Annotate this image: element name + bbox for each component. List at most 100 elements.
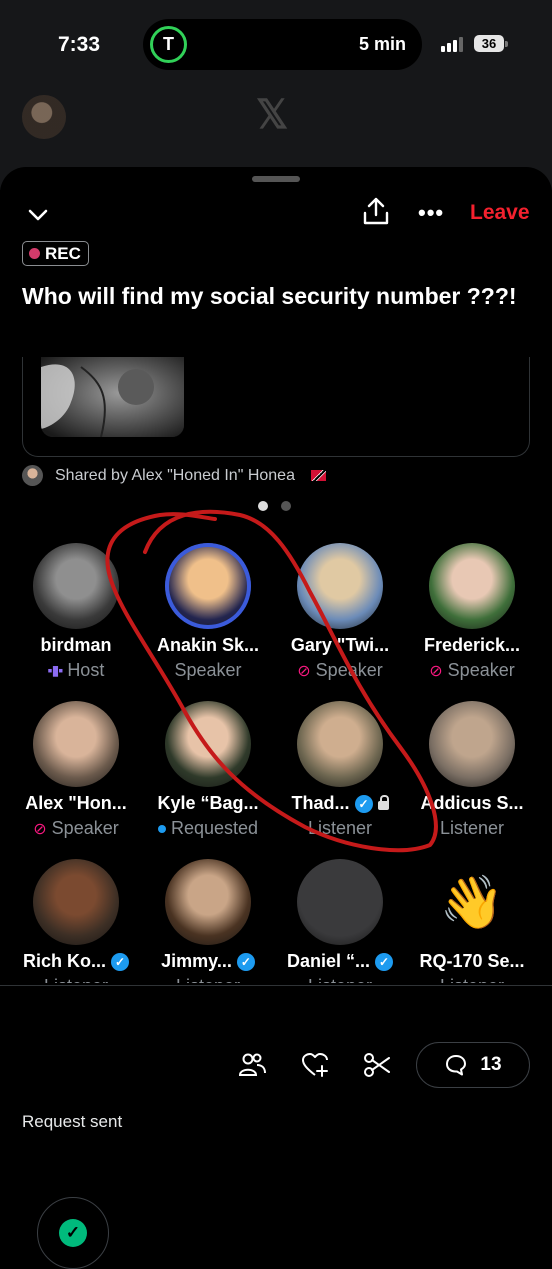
participant-name-row: Daniel “... ✓: [274, 951, 406, 972]
page-dot-active: [258, 501, 268, 511]
participant-name: Jimmy...: [161, 951, 232, 971]
participant-role: Listener: [307, 818, 373, 838]
avatar: [429, 701, 515, 787]
participant-name-row: Alex "Hon...: [10, 793, 142, 814]
participant-role-row: Listener: [406, 818, 538, 839]
participant-role-row: Requested: [142, 818, 274, 839]
participant-tile[interactable]: Addicus S... Listener: [406, 701, 538, 839]
shared-post-card[interactable]: [22, 357, 530, 457]
request-button[interactable]: ✓: [37, 1197, 109, 1269]
avatar: [297, 543, 383, 629]
dynamic-island[interactable]: T 5 min: [143, 19, 422, 70]
participant-name-row: Thad... ✓: [274, 793, 406, 814]
participant-tile[interactable]: Frederick... ⊘ Speaker: [406, 543, 538, 681]
participant-role: Listener: [440, 976, 504, 983]
participant-name-row: RQ-170 Se...: [406, 951, 538, 972]
participant-role: Listener: [439, 818, 505, 838]
signal-icon: [441, 37, 463, 52]
participant-tile[interactable]: birdman ▪▮▪ Host: [10, 543, 142, 681]
participant-name-row: birdman: [10, 635, 142, 656]
participant-name-row: Anakin Sk...: [142, 635, 274, 656]
participant-role: Speaker: [315, 660, 383, 680]
comment-icon: [446, 1055, 467, 1076]
participant-role-row: Listener: [406, 976, 538, 983]
participant-name-row: Addicus S...: [406, 793, 538, 814]
participant-name: Anakin Sk...: [156, 635, 260, 655]
participant-name-row: Frederick...: [406, 635, 538, 656]
heart-plus-icon[interactable]: [300, 1050, 330, 1080]
participant-role: Listener: [308, 976, 372, 983]
space-title: Who will find my social security number …: [22, 283, 517, 309]
lock-icon: [377, 794, 389, 810]
status-bar: 7:33 T 5 min 36: [0, 0, 552, 90]
more-icon[interactable]: •••: [418, 200, 444, 226]
page-indicator: [258, 501, 291, 511]
participants-grid: birdman ▪▮▪ Host Anakin Sk... Speaker Gary "T…: [0, 543, 552, 983]
verified-badge-icon: ✓: [111, 952, 129, 971]
sheet-grabber[interactable]: [252, 176, 300, 182]
avatar: [33, 543, 119, 629]
avatar: [297, 701, 383, 787]
participant-role-row: Listener: [274, 976, 406, 983]
avatar: [297, 859, 383, 945]
chevron-down-icon[interactable]: [26, 203, 50, 227]
participant-name: birdman: [40, 635, 112, 655]
avatar: [429, 543, 515, 629]
waving-hand-icon: 👋: [439, 873, 505, 932]
participant-name: Addicus S...: [420, 793, 524, 813]
avatar: [22, 95, 66, 139]
participant-role: Speaker: [447, 660, 515, 680]
divider: [0, 985, 552, 986]
avatar: [33, 701, 119, 787]
avatar: [33, 859, 119, 945]
participant-role-row: Listener: [10, 976, 142, 983]
participant-tile[interactable]: Gary "Twi... ⊘ Speaker: [274, 543, 406, 681]
participant-tile[interactable]: Alex "Hon... ⊘ Speaker: [10, 701, 142, 839]
people-icon[interactable]: [237, 1050, 267, 1080]
host-bars-icon: ▪▮▪: [47, 662, 64, 678]
battery-tip: [505, 41, 508, 47]
live-activity-text: 5 min: [358, 34, 406, 54]
clock: 7:33: [58, 33, 101, 56]
participant-name-row: Jimmy... ✓: [142, 951, 274, 972]
scissors-icon[interactable]: [362, 1050, 392, 1080]
rec-label: REC: [45, 243, 81, 263]
share-icon[interactable]: [362, 196, 390, 226]
participant-role-row: ⊘ Speaker: [274, 660, 406, 681]
participant-role: Requested: [170, 818, 259, 838]
comments-button[interactable]: 13: [416, 1042, 530, 1088]
rec-dot-icon: [29, 248, 40, 259]
participant-name: Gary "Twi...: [290, 635, 390, 655]
check-icon: ✓: [59, 1219, 87, 1247]
mic-off-icon: ⊘: [33, 820, 47, 838]
shared-by-text: Shared by Alex "Honed In" Honea: [55, 466, 295, 484]
mic-off-icon: ⊘: [297, 662, 311, 680]
participant-tile[interactable]: Rich Ko... ✓Listener: [10, 859, 142, 983]
avatar: [165, 859, 251, 945]
verified-badge-icon: ✓: [375, 952, 394, 971]
participant-name-row: Rich Ko... ✓: [10, 951, 142, 972]
participant-tile[interactable]: Anakin Sk... Speaker: [142, 543, 274, 681]
participant-name-row: Gary "Twi...: [274, 635, 406, 656]
participant-tile[interactable]: Kyle “Bag... Requested: [142, 701, 274, 839]
participant-tile[interactable]: Thad... ✓ Listener: [274, 701, 406, 839]
shared-post-image: [41, 357, 184, 437]
x-logo-icon: 𝕏: [256, 93, 289, 137]
participant-tile[interactable]: Jimmy...✓ Listener: [142, 859, 274, 983]
participant-name-row: Kyle “Bag...: [142, 793, 274, 814]
participant-tile[interactable]: Daniel “...✓ Listener: [274, 859, 406, 983]
participant-role: Speaker: [174, 660, 242, 680]
battery-icon: 36: [474, 35, 504, 52]
avatar: [165, 543, 251, 629]
participant-role: Listener: [44, 976, 108, 983]
participant-role-row: Listener: [274, 818, 406, 839]
requested-dot-icon: [157, 824, 166, 833]
recording-badge: REC: [22, 241, 89, 266]
verified-badge-icon: ✓: [236, 952, 255, 971]
participant-role-row: ⊘ Speaker: [406, 660, 538, 681]
participant-tile[interactable]: 👋 RQ-170 Se... Listener: [406, 859, 538, 984]
participant-role: Speaker: [51, 818, 119, 838]
leave-button[interactable]: Leave: [470, 201, 530, 225]
participant-role-row: ▪▮▪ Host: [10, 660, 142, 681]
participant-name: Rich Ko...: [22, 951, 106, 971]
